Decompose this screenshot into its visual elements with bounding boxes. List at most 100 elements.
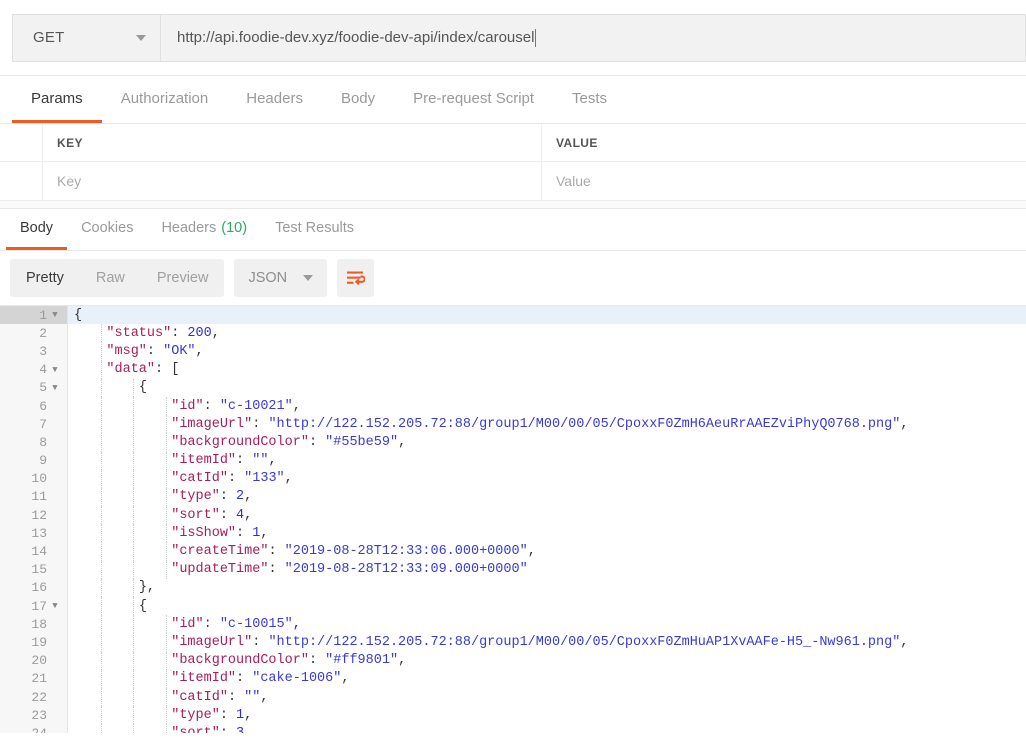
code-tokens: "catId": "", — [171, 689, 269, 705]
response-tab-test-results[interactable]: Test Results — [261, 209, 368, 250]
response-tab-headers[interactable]: Headers (10) — [147, 209, 261, 250]
line-number-gutter: 10▼ — [0, 469, 68, 488]
chevron-down-icon — [136, 34, 146, 41]
line-number-gutter: 11▼ — [0, 487, 68, 507]
code-tokens: "imageUrl": "http://122.152.205.72:88/gr… — [171, 634, 909, 650]
code-tokens: }, — [138, 580, 156, 596]
response-body-toolbar: Pretty Raw Preview JSON — [0, 251, 1026, 305]
view-mode-pretty[interactable]: Pretty — [10, 259, 80, 297]
code-line: 9▼ "itemId": "", — [0, 451, 1026, 470]
code-line: 22▼ "catId": "", — [0, 687, 1026, 707]
code-line: 21▼ "itemId": "cake-1006", — [0, 669, 1026, 688]
text-cursor — [535, 28, 537, 47]
code-line: 14▼ "createTime": "2019-08-28T12:33:06.0… — [0, 542, 1026, 561]
code-line-content: "type": 2, — [68, 487, 1026, 507]
line-number-gutter: 20▼ — [0, 651, 68, 670]
request-url-bar: GET http://api.foodie-dev.xyz/foodie-dev… — [0, 0, 1026, 76]
response-tab-cookies[interactable]: Cookies — [67, 209, 147, 250]
fold-toggle-icon[interactable]: ▼ — [49, 601, 61, 611]
section-divider — [0, 201, 1026, 209]
code-line-content: { — [68, 306, 1026, 325]
params-table: KEY VALUE Key Value — [0, 124, 1026, 201]
code-tokens: "sort": 4, — [171, 507, 253, 523]
response-tab-label: Test Results — [275, 220, 355, 236]
code-tokens: "itemId": "cake-1006", — [171, 671, 350, 687]
fold-toggle-icon[interactable]: ▼ — [49, 365, 61, 375]
code-tokens: "catId": "133", — [171, 471, 293, 487]
line-number: 5 — [39, 380, 47, 396]
tab-tests[interactable]: Tests — [553, 76, 626, 123]
response-tab-bar: Body Cookies Headers (10) Test Results — [0, 209, 1026, 251]
code-line: 2▼ "status": 200, — [0, 324, 1026, 343]
url-input[interactable]: http://api.foodie-dev.xyz/foodie-dev-api… — [160, 13, 1026, 62]
code-line-content: "catId": "133", — [68, 469, 1026, 488]
response-format-select[interactable]: JSON — [234, 259, 328, 297]
code-line-content: { — [68, 597, 1026, 616]
response-format-label: JSON — [248, 270, 288, 286]
response-body-code-editor[interactable]: 1▼{2▼ "status": 200,3▼ "msg": "OK",4▼ "d… — [0, 305, 1026, 733]
code-tokens: { — [138, 598, 147, 614]
fold-toggle-icon[interactable]: ▼ — [49, 383, 61, 393]
line-number: 7 — [39, 416, 47, 432]
line-number-gutter: 2▼ — [0, 324, 68, 343]
code-line-content: "updateTime": "2019-08-28T12:33:09.000+0… — [68, 560, 1026, 579]
fold-toggle-icon[interactable]: ▼ — [49, 310, 61, 320]
code-line-content: "createTime": "2019-08-28T12:33:06.000+0… — [68, 542, 1026, 561]
line-number-gutter: 23▼ — [0, 706, 68, 725]
code-line-content: "data": [ — [68, 360, 1026, 379]
row-checkbox-cell[interactable] — [0, 162, 43, 200]
line-number-gutter: 21▼ — [0, 669, 68, 688]
code-tokens: "status": 200, — [106, 325, 220, 341]
line-number-gutter: 9▼ — [0, 451, 68, 470]
code-line-content: "itemId": "cake-1006", — [68, 669, 1026, 688]
line-number: 15 — [31, 562, 47, 578]
line-number-gutter: 12▼ — [0, 506, 68, 525]
code-tokens: "isShow": 1, — [171, 525, 269, 541]
response-tab-count: (10) — [221, 220, 248, 236]
code-line: 8▼ "backgroundColor": "#55be59", — [0, 433, 1026, 452]
code-tokens: "backgroundColor": "#55be59", — [171, 434, 407, 450]
column-header-value: VALUE — [542, 124, 1026, 161]
tab-authorization[interactable]: Authorization — [102, 76, 228, 123]
http-method-select[interactable]: GET — [12, 13, 160, 62]
line-number-gutter: 14▼ — [0, 542, 68, 561]
view-mode-raw[interactable]: Raw — [80, 259, 141, 297]
line-number: 3 — [39, 343, 47, 359]
line-number: 4 — [39, 362, 47, 378]
line-number-gutter: 24▼ — [0, 724, 68, 733]
value-input-cell[interactable]: Value — [542, 162, 1026, 200]
code-line-content: "type": 1, — [68, 706, 1026, 725]
key-input-cell[interactable]: Key — [43, 162, 542, 200]
key-input-placeholder: Key — [57, 173, 82, 189]
line-number-gutter: 4 ▼ — [0, 360, 68, 379]
code-line: 10▼ "catId": "133", — [0, 469, 1026, 488]
code-line: 11▼ "type": 2, — [0, 487, 1026, 507]
code-line: 15▼ "updateTime": "2019-08-28T12:33:09.0… — [0, 560, 1026, 579]
code-tokens: "type": 2, — [171, 489, 253, 505]
view-mode-preview[interactable]: Preview — [141, 259, 225, 297]
tab-pre-request-script[interactable]: Pre-request Script — [394, 76, 553, 123]
code-tokens: "backgroundColor": "#ff9801", — [171, 653, 407, 669]
line-number-gutter: 6▼ — [0, 396, 68, 416]
line-number-gutter: 15▼ — [0, 560, 68, 579]
response-tab-body[interactable]: Body — [6, 209, 68, 250]
http-method-label: GET — [33, 29, 65, 46]
line-number-gutter: 5 ▼ — [0, 378, 68, 397]
line-number-gutter: 18▼ — [0, 615, 68, 634]
line-number: 16 — [31, 580, 47, 596]
code-tokens: { — [138, 380, 147, 396]
line-number-gutter: 19▼ — [0, 633, 68, 652]
url-text: http://api.foodie-dev.xyz/foodie-dev-api… — [177, 29, 535, 46]
tab-params[interactable]: Params — [12, 76, 102, 123]
code-line-content: }, — [68, 578, 1026, 597]
code-line-content: "msg": "OK", — [68, 342, 1026, 361]
code-line-content: "id": "c-10015", — [68, 615, 1026, 634]
line-number: 6 — [39, 398, 47, 414]
code-line-content: "backgroundColor": "#55be59", — [68, 433, 1026, 452]
code-line: 19▼ "imageUrl": "http://122.152.205.72:8… — [0, 633, 1026, 652]
word-wrap-button[interactable] — [337, 259, 375, 297]
code-line-content: "catId": "", — [68, 687, 1026, 707]
tab-headers[interactable]: Headers — [227, 76, 322, 123]
tab-body[interactable]: Body — [322, 76, 394, 123]
code-tokens: "sort": 3 — [74, 726, 244, 733]
